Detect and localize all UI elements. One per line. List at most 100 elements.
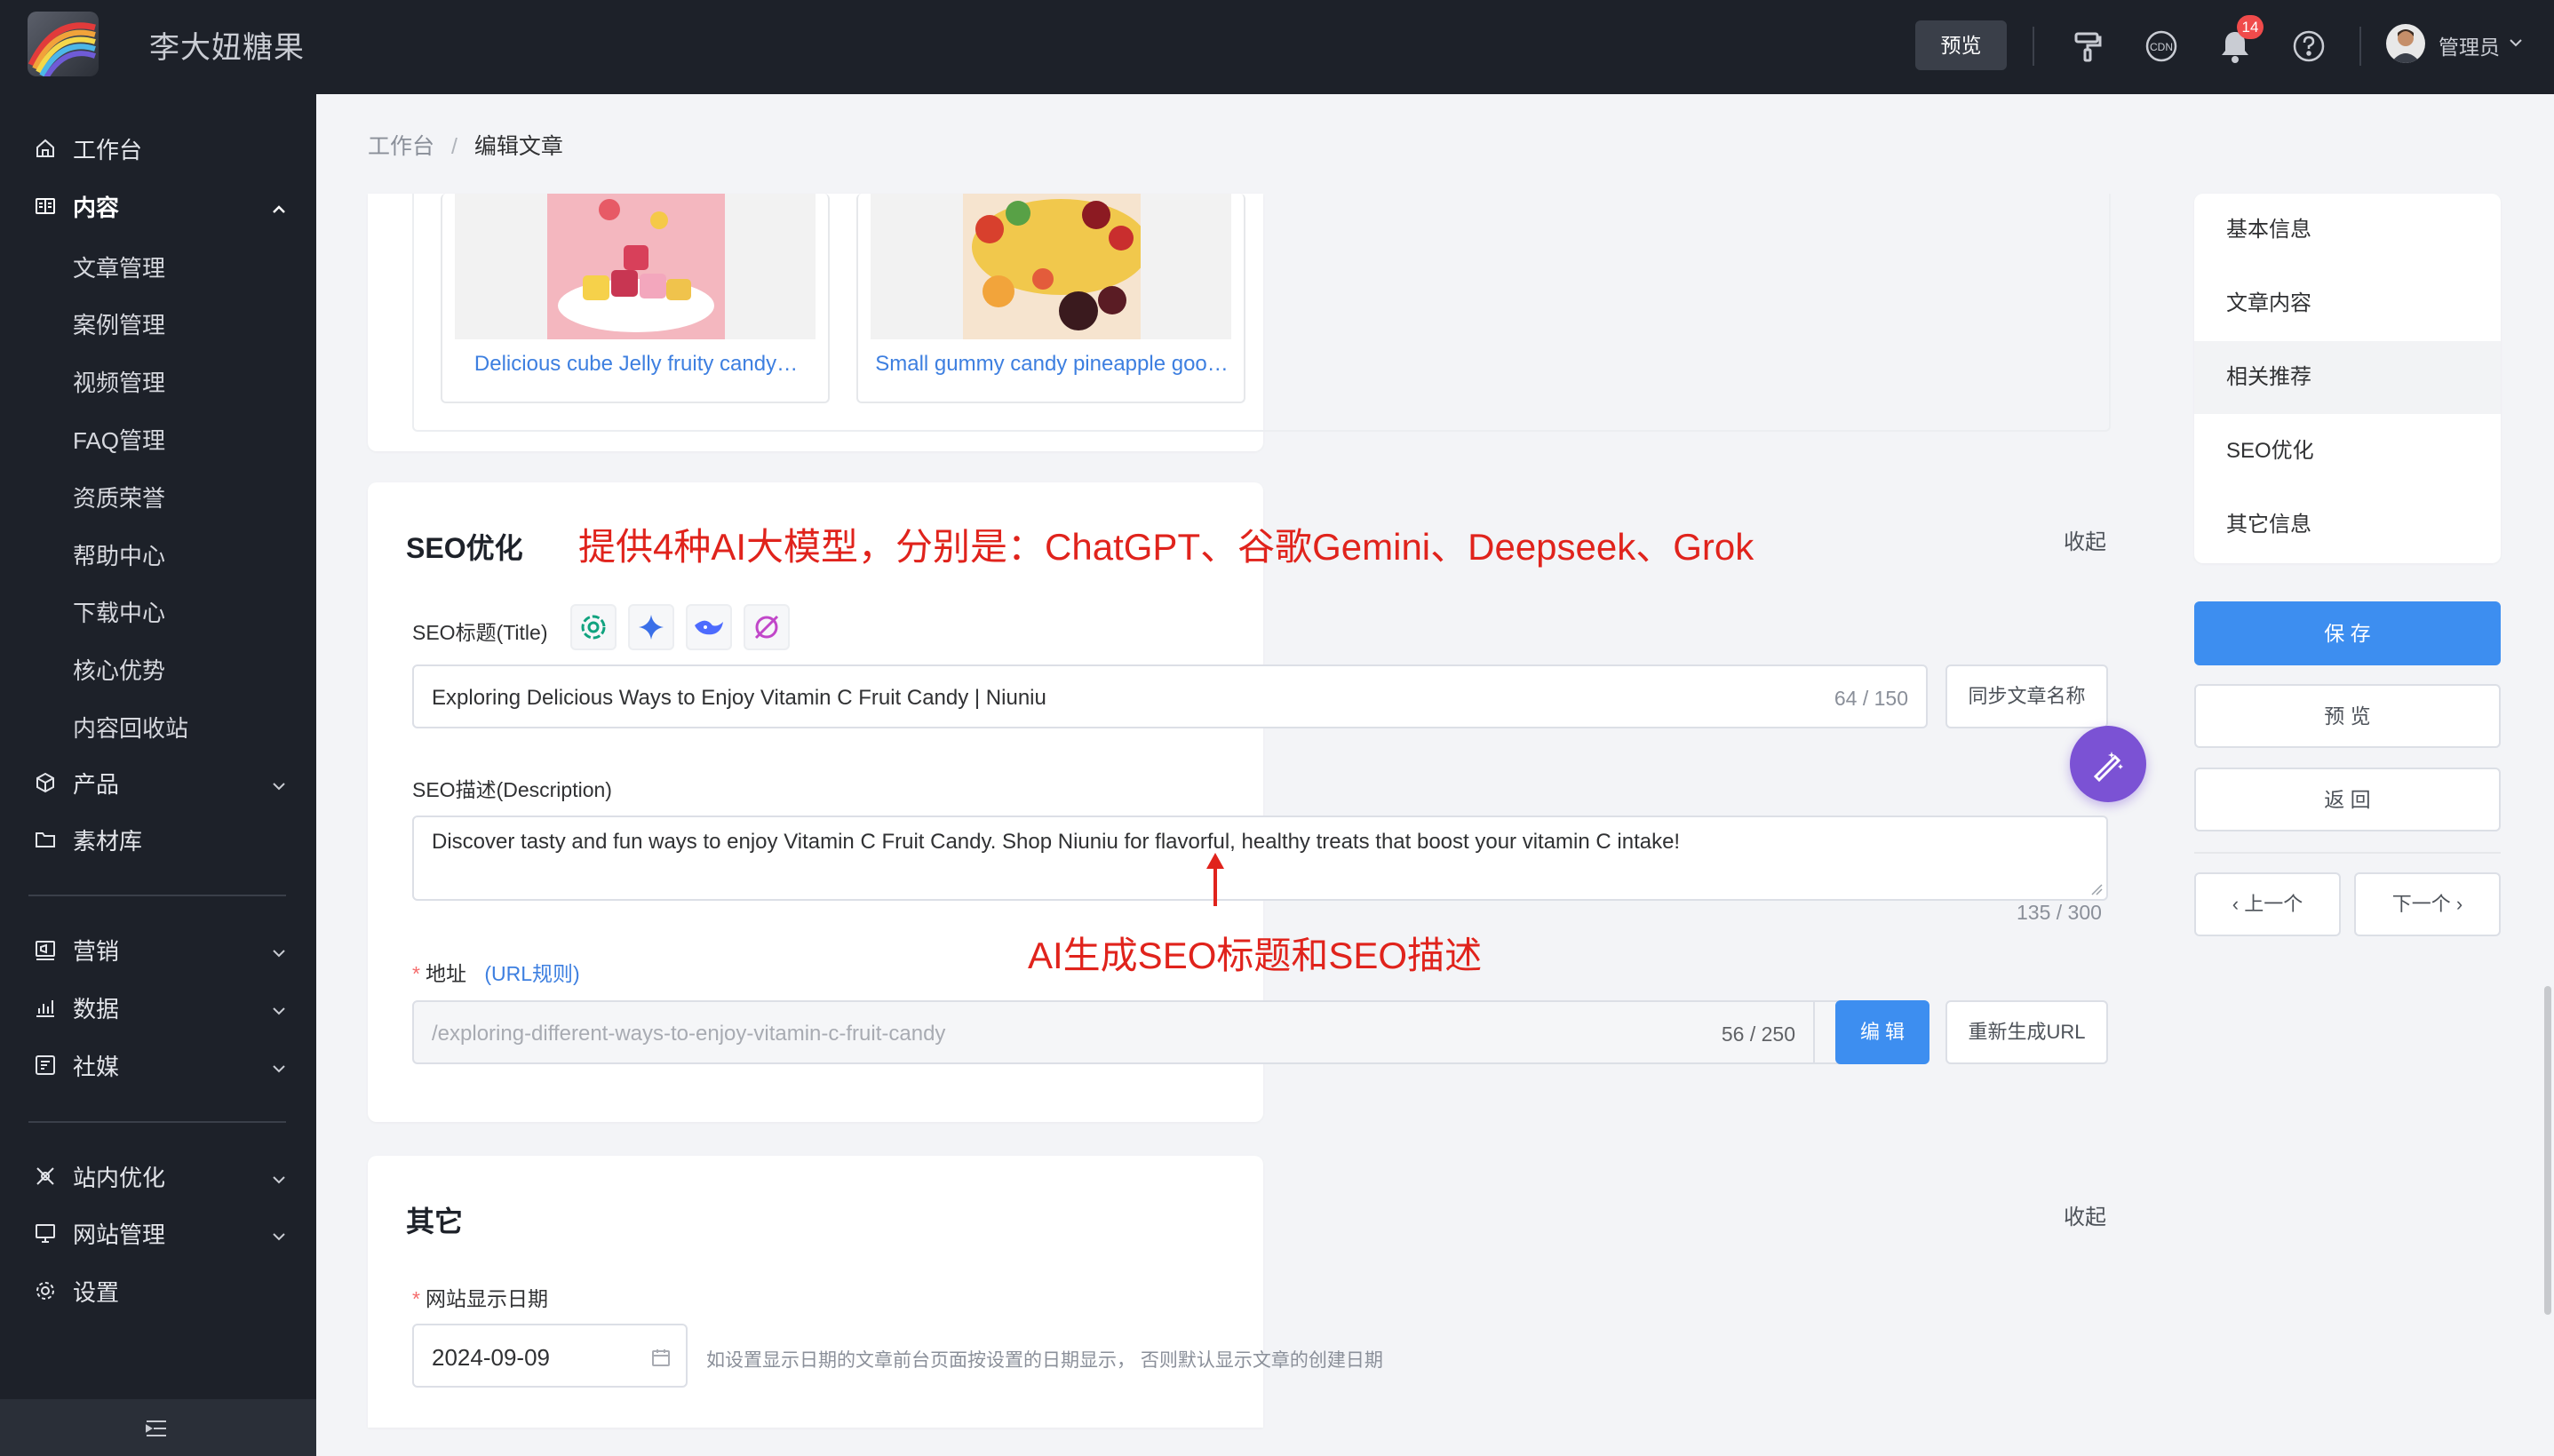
cdn-icon[interactable]: CDN [2142,27,2181,66]
chevron-down-icon[interactable] [2507,34,2525,52]
preview-site-button[interactable]: 预览 [1915,20,2007,70]
menu-fold-icon [146,1420,166,1436]
monitor-icon [34,1221,57,1245]
sidebar-item-workbench[interactable]: 工作台 [0,122,316,175]
grok-icon[interactable] [744,604,790,650]
divider [2359,27,2361,66]
divider [2033,27,2034,66]
chevron-left-icon: ‹ [2232,893,2245,915]
display-date-hint: 如设置显示日期的文章前台页面按设置的日期显示， 否则默认显示文章的创建日期 [706,1350,1383,1371]
edit-url-button[interactable]: 编 辑 [1835,1000,1929,1064]
sidebar-subitem-articles[interactable]: 文章管理 [73,251,165,283]
sidebar-divider [28,895,286,896]
sidebar-subitem-help[interactable]: 帮助中心 [73,538,165,571]
display-date-input[interactable]: 2024-09-09 [412,1324,688,1388]
prev-article-button[interactable]: ‹ 上一个 [2194,872,2341,936]
chatgpt-icon[interactable] [570,604,617,650]
sidebar-subitem-advantages[interactable]: 核心优势 [73,653,165,686]
sidebar-item-label: 工作台 [73,136,143,163]
page-scrollbar[interactable] [2544,986,2551,1315]
chevron-down-icon [270,774,288,792]
chevron-down-icon [270,1224,288,1242]
seo-collapse-link[interactable]: 收起 [2064,524,2106,555]
sidebar-subitem-downloads[interactable]: 下载中心 [73,595,165,628]
seo-title-input[interactable]: Exploring Delicious Ways to Enjoy Vitami… [412,664,1928,728]
annotation-ai-models: 提供4种AI大模型，分别是：ChatGPT、谷歌Gemini、Deepseek、… [578,526,1754,568]
anchor-article-content[interactable]: 文章内容 [2194,267,2501,340]
chevron-down-icon [270,1056,288,1074]
product-card[interactable]: Small gummy candy pineapple goo… [856,194,1245,403]
preview-button[interactable]: 预 览 [2194,684,2501,748]
sidebar-subitem-faq[interactable]: FAQ管理 [73,423,165,456]
other-collapse-link[interactable]: 收起 [2064,1199,2106,1230]
product-card[interactable]: Delicious cube Jelly fruity candy… [441,194,830,403]
url-label-text: 地址 [425,962,466,985]
url-rule-link[interactable]: (URL规则) [484,962,579,985]
seo-description-counter: 135 / 300 [2017,901,2102,924]
breadcrumb: 工作台 / 编辑文章 [368,129,563,161]
sidebar-item-label: 站内优化 [73,1164,166,1191]
back-button[interactable]: 返 回 [2194,768,2501,831]
brand-name: 李大妞糖果 [149,31,305,65]
sidebar-item-label: 产品 [73,770,120,798]
sidebar-subitem-cases[interactable]: 案例管理 [73,307,165,340]
deepseek-icon[interactable] [686,604,732,650]
annotation-arrow [1204,853,1227,906]
seo-title-counter: 64 / 150 [1834,687,1908,710]
sidebar-collapse-button[interactable] [0,1399,316,1456]
ai-generate-button[interactable] [2070,726,2146,802]
sidebar-item-social[interactable]: 社媒 [0,1038,316,1092]
sidebar-item-label: 素材库 [73,827,143,855]
chevron-down-icon [270,941,288,959]
help-icon[interactable] [2289,27,2328,66]
social-icon [34,1054,57,1077]
breadcrumb-root[interactable]: 工作台 [368,134,434,159]
avatar[interactable] [2386,24,2425,63]
regenerate-url-button[interactable]: 重新生成URL [1945,1000,2108,1064]
url-label: * 地址 (URL规则) [412,962,580,985]
sidebar-subitem-videos[interactable]: 视频管理 [73,365,165,398]
anchor-basic-info[interactable]: 基本信息 [2194,194,2501,267]
sidebar-item-label: 数据 [73,995,120,1022]
gemini-icon[interactable] [628,604,674,650]
sidebar-item-data[interactable]: 数据 [0,981,316,1034]
product-image [871,194,1231,339]
sidebar-subitem-recycle[interactable]: 内容回收站 [73,711,188,744]
user-menu[interactable]: 管理员 [2439,30,2500,60]
chevron-down-icon [270,1167,288,1185]
sidebar-item-site-management[interactable]: 网站管理 [0,1206,316,1260]
resize-handle-icon[interactable] [2090,883,2103,895]
calendar-icon[interactable] [650,1347,672,1368]
next-article-button[interactable]: 下一个 › [2354,872,2501,936]
seo-title-value: Exploring Delicious Ways to Enjoy Vitami… [432,686,1046,710]
sidebar-item-label: 设置 [73,1278,120,1306]
paint-roller-icon[interactable] [2068,27,2107,66]
display-date-label-text: 网站显示日期 [425,1287,548,1310]
sidebar-item-content[interactable]: 内容 [0,179,316,233]
folder-icon [34,828,57,851]
sidebar-item-marketing[interactable]: 营销 [0,923,316,976]
logo-icon[interactable] [28,12,99,76]
magic-wand-icon [2093,752,2123,782]
sidebar-item-assets[interactable]: 素材库 [0,813,316,866]
anchor-related[interactable]: 相关推荐 [2194,341,2501,414]
prev-label: 上一个 [2244,893,2303,915]
url-input[interactable]: /exploring-different-ways-to-enjoy-vitam… [412,1000,1815,1064]
save-button[interactable]: 保 存 [2194,601,2501,665]
other-section-title: 其它 [406,1205,464,1237]
product-title[interactable]: Small gummy candy pineapple goo… [872,352,1231,377]
sidebar-subitem-honors[interactable]: 资质荣誉 [73,481,165,513]
sidebar-item-onsite-seo[interactable]: 站内优化 [0,1150,316,1203]
anchor-other-info[interactable]: 其它信息 [2194,489,2501,561]
annotation-ai-generate: AI生成SEO标题和SEO描述 [1028,935,1483,976]
sidebar-item-settings[interactable]: 设置 [0,1264,316,1317]
url-counter: 56 / 250 [1721,1022,1795,1046]
seo-description-textarea[interactable]: Discover tasty and fun ways to enjoy Vit… [412,816,2108,901]
sidebar-item-label: 社媒 [73,1053,120,1080]
anchor-seo[interactable]: SEO优化 [2194,415,2501,488]
display-date-value: 2024-09-09 [432,1344,550,1371]
product-title[interactable]: Delicious cube Jelly fruity candy… [457,352,816,377]
chart-icon [34,996,57,1019]
sync-article-title-button[interactable]: 同步文章名称 [1945,664,2108,728]
sidebar-item-products[interactable]: 产品 [0,756,316,809]
